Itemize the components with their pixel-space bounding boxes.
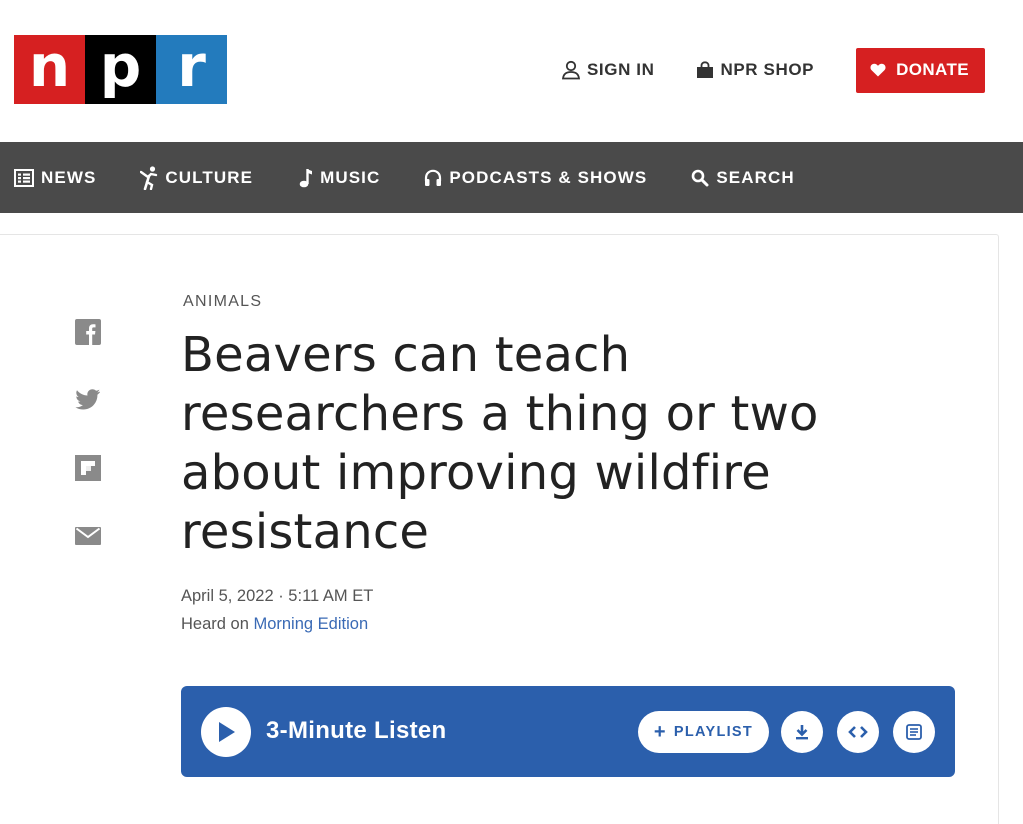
heart-icon bbox=[870, 63, 886, 77]
article-dateline: April 5, 2022 · 5:11 AM ET Heard on Morn… bbox=[181, 582, 373, 638]
nav-item-podcasts-shows[interactable]: PODCASTS & SHOWS bbox=[424, 142, 647, 213]
email-share-button[interactable] bbox=[74, 522, 102, 550]
article-date: April 5, 2022 · 5:11 AM ET bbox=[181, 587, 374, 605]
heard-on: Heard on Morning Edition bbox=[181, 610, 373, 638]
donate-button[interactable]: DONATE bbox=[856, 47, 985, 93]
playlist-label: PLAYLIST bbox=[673, 724, 754, 740]
share-tools bbox=[74, 318, 102, 590]
flipboard-share-button[interactable] bbox=[74, 454, 102, 482]
facebook-share-button[interactable] bbox=[74, 318, 102, 346]
nav-search-label: SEARCH bbox=[716, 167, 795, 187]
email-icon bbox=[75, 527, 101, 545]
headphones-icon bbox=[425, 169, 442, 186]
donate-label: DONATE bbox=[896, 60, 969, 79]
add-to-playlist-button[interactable]: + PLAYLIST bbox=[638, 711, 769, 753]
embed-code-icon bbox=[848, 726, 868, 738]
news-icon bbox=[14, 168, 34, 187]
logo-letter-n: n bbox=[14, 35, 85, 104]
facebook-icon bbox=[75, 319, 101, 345]
play-icon bbox=[219, 722, 235, 742]
culture-icon bbox=[140, 165, 158, 190]
nav-item-music[interactable]: MUSIC bbox=[299, 142, 380, 213]
npr-logo[interactable]: n p r bbox=[14, 35, 227, 104]
heard-on-prefix: Heard on bbox=[181, 615, 254, 633]
download-icon bbox=[796, 725, 808, 740]
embed-button[interactable] bbox=[837, 711, 879, 753]
download-button[interactable] bbox=[781, 711, 823, 753]
audio-title: 3-Minute Listen bbox=[266, 717, 447, 744]
nav-news-label: NEWS bbox=[41, 167, 97, 187]
nav-item-culture[interactable]: CULTURE bbox=[140, 142, 253, 213]
sign-in-link[interactable]: SIGN IN bbox=[561, 60, 655, 80]
flipboard-icon bbox=[75, 455, 101, 481]
site-header: n p r SIGN IN NPR SHOP DONATE bbox=[0, 0, 1023, 142]
nav-culture-label: CULTURE bbox=[165, 167, 254, 187]
npr-shop-label: NPR SHOP bbox=[720, 60, 815, 79]
nav-item-news[interactable]: NEWS bbox=[14, 142, 96, 213]
transcript-button[interactable] bbox=[893, 711, 935, 753]
article-headline: Beavers can teach researchers a thing or… bbox=[181, 327, 819, 560]
search-icon bbox=[692, 169, 709, 186]
transcript-icon bbox=[906, 724, 922, 740]
nav-music-label: MUSIC bbox=[320, 167, 381, 187]
sign-in-label: SIGN IN bbox=[586, 60, 655, 79]
shopping-bag-icon bbox=[697, 61, 714, 78]
nav-item-search[interactable]: SEARCH bbox=[691, 142, 794, 213]
main-nav: NEWS CULTURE MUSIC PODCASTS & SHOWS SEAR… bbox=[0, 142, 1023, 213]
logo-letter-p: p bbox=[85, 35, 156, 104]
plus-icon: + bbox=[653, 721, 667, 743]
logo-letter-r: r bbox=[156, 35, 227, 104]
play-button[interactable] bbox=[201, 707, 251, 757]
twitter-share-button[interactable] bbox=[74, 386, 102, 414]
twitter-icon bbox=[75, 389, 100, 410]
music-icon bbox=[299, 168, 313, 187]
nav-podcasts-label: PODCASTS & SHOWS bbox=[449, 167, 648, 187]
audio-player: 3-Minute Listen + PLAYLIST bbox=[181, 686, 955, 777]
article-slug[interactable]: ANIMALS bbox=[183, 293, 262, 311]
morning-edition-link[interactable]: Morning Edition bbox=[253, 615, 368, 633]
user-icon bbox=[561, 60, 580, 80]
npr-shop-link[interactable]: NPR SHOP bbox=[696, 60, 814, 80]
header-actions: SIGN IN NPR SHOP DONATE bbox=[561, 47, 985, 93]
